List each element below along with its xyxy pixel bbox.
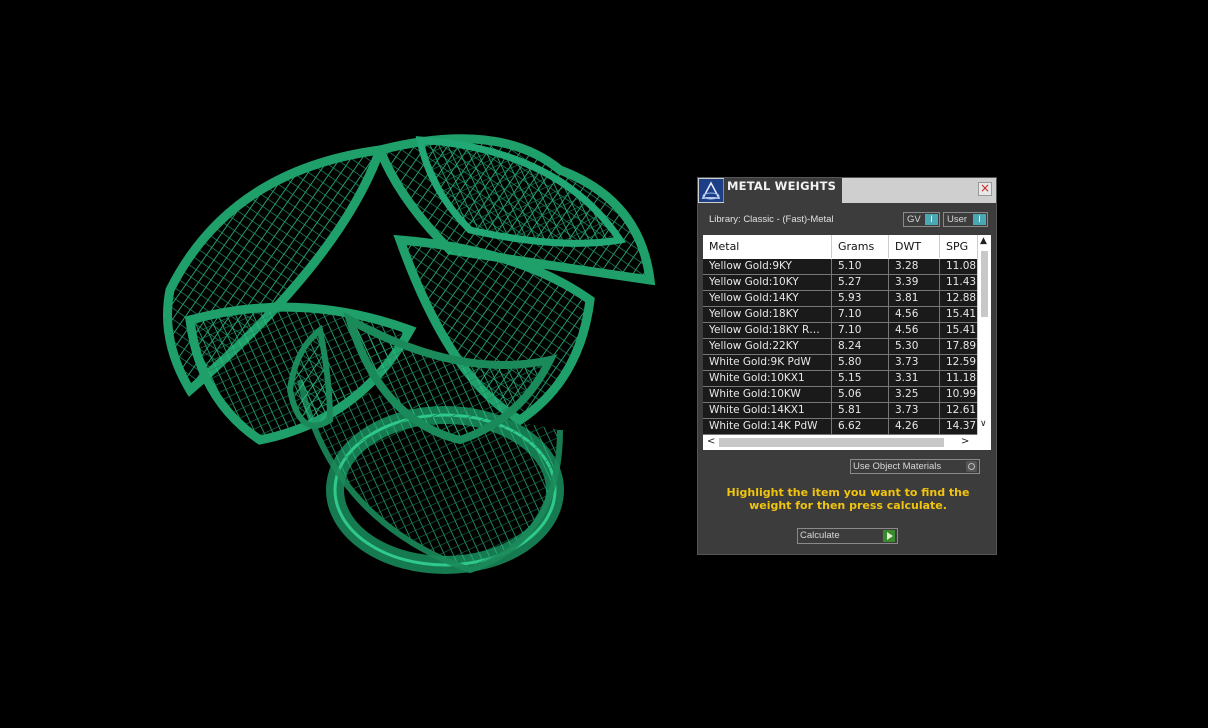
user-button-label: User: [947, 214, 968, 225]
metal-weights-dialog: METAL WEIGHTS × Library: Classic - (Fast…: [697, 177, 997, 555]
cell-metal: Yellow Gold:18KY R…: [703, 323, 832, 338]
cell-metal: White Gold:10KX1: [703, 371, 832, 386]
table-row[interactable]: Yellow Gold:18KY 7.10 4.56 15.41: [703, 307, 977, 323]
cell-grams: 5.93: [832, 291, 889, 306]
cell-dwt: 3.81: [889, 291, 940, 306]
scroll-right-icon[interactable]: >: [961, 436, 969, 447]
cell-dwt: 3.28: [889, 259, 940, 274]
column-header-spg[interactable]: SPG: [940, 235, 980, 258]
cell-dwt: 5.30: [889, 339, 940, 354]
table-row[interactable]: White Gold:9K PdW 5.80 3.73 12.59: [703, 355, 977, 371]
table-row[interactable]: Yellow Gold:10KY 5.27 3.39 11.43: [703, 275, 977, 291]
dialog-title: METAL WEIGHTS: [727, 179, 837, 193]
calculate-button[interactable]: Calculate: [797, 528, 898, 544]
cell-spg: 11.18: [946, 372, 977, 384]
scroll-down-icon[interactable]: ∨: [980, 419, 987, 429]
cell-metal: Yellow Gold:9KY: [703, 259, 832, 274]
cell-spg: 12.61: [946, 404, 977, 416]
column-header-dwt[interactable]: DWT: [889, 235, 940, 258]
cell-grams: 5.27: [832, 275, 889, 290]
scroll-left-icon[interactable]: <: [707, 436, 715, 447]
gv-button-label: GV: [907, 214, 921, 225]
table-row[interactable]: Yellow Gold:22KY 8.24 5.30 17.89: [703, 339, 977, 355]
cell-spg: 12.59: [946, 356, 977, 368]
table-row[interactable]: Yellow Gold:18KY R… 7.10 4.56 15.41: [703, 323, 977, 339]
ring-model: [163, 134, 656, 574]
user-info-icon: I: [973, 214, 986, 225]
cell-metal: Yellow Gold:10KY: [703, 275, 832, 290]
vertical-scrollbar[interactable]: ▲ ∨: [977, 235, 991, 435]
cell-dwt: 3.73: [889, 355, 940, 370]
table-body: Yellow Gold:9KY 5.10 3.28 11.08 Yellow Gold:…: [703, 259, 977, 435]
cell-dwt: 3.25: [889, 387, 940, 402]
cell-grams: 5.81: [832, 403, 889, 418]
close-icon[interactable]: ×: [978, 182, 992, 196]
column-header-grams[interactable]: Grams: [832, 235, 889, 258]
cell-metal: White Gold:14K PdW: [703, 419, 832, 434]
calculate-button-label: Calculate: [800, 530, 840, 541]
cell-grams: 6.62: [832, 419, 889, 434]
instruction-text: Highlight the item you want to find the …: [726, 486, 970, 512]
play-icon: [883, 530, 895, 542]
vertical-scroll-thumb[interactable]: [981, 251, 988, 317]
use-object-materials-label: Use Object Materials: [853, 461, 942, 472]
cell-grams: 8.24: [832, 339, 889, 354]
user-library-button[interactable]: User I: [943, 212, 988, 227]
gv-library-button[interactable]: GV I: [903, 212, 940, 227]
cell-spg: 17.89: [946, 340, 977, 352]
horizontal-scrollbar[interactable]: < >: [703, 435, 991, 450]
library-label: Library: Classic - (Fast)-Metal: [709, 214, 834, 225]
app-logo-icon: [699, 179, 724, 202]
flower-petals: [163, 134, 656, 445]
table-header: Metal Grams DWT SPG: [703, 235, 977, 258]
cell-metal: White Gold:9K PdW: [703, 355, 832, 370]
3d-viewport[interactable]: [0, 0, 1208, 728]
cell-spg: 11.43: [946, 276, 977, 288]
cell-grams: 5.15: [832, 371, 889, 386]
cell-metal: White Gold:14KX1: [703, 403, 832, 418]
cell-grams: 5.80: [832, 355, 889, 370]
cell-dwt: 4.56: [889, 323, 940, 338]
horizontal-scroll-thumb[interactable]: [719, 438, 944, 447]
cell-metal: White Gold:10KW: [703, 387, 832, 402]
table-row[interactable]: White Gold:14K PdW 6.62 4.26 14.37: [703, 419, 977, 435]
cell-dwt: 3.73: [889, 403, 940, 418]
cell-metal: Yellow Gold:14KY: [703, 291, 832, 306]
cell-dwt: 4.56: [889, 307, 940, 322]
cell-grams: 5.06: [832, 387, 889, 402]
scroll-up-icon[interactable]: ▲: [980, 236, 987, 246]
use-object-materials-toggle[interactable]: Use Object Materials: [850, 459, 980, 474]
column-header-metal[interactable]: Metal: [703, 235, 832, 258]
dialog-titlebar[interactable]: METAL WEIGHTS ×: [698, 178, 996, 203]
table-row[interactable]: White Gold:14KX1 5.81 3.73 12.61: [703, 403, 977, 419]
cell-spg: 12.88: [946, 292, 977, 304]
cell-dwt: 3.39: [889, 275, 940, 290]
table-row[interactable]: Yellow Gold:9KY 5.10 3.28 11.08: [703, 259, 977, 275]
cell-grams: 5.10: [832, 259, 889, 274]
cell-spg: 11.08: [946, 260, 977, 272]
cell-spg: 14.37: [946, 420, 977, 432]
cell-spg: 15.41: [946, 324, 977, 336]
toggle-icon: [966, 461, 977, 472]
cell-spg: 10.99: [946, 388, 977, 400]
table-row[interactable]: White Gold:10KX1 5.15 3.31 11.18: [703, 371, 977, 387]
cell-grams: 7.10: [832, 323, 889, 338]
cell-metal: Yellow Gold:22KY: [703, 339, 832, 354]
cell-grams: 7.10: [832, 307, 889, 322]
gv-info-icon: I: [925, 214, 938, 225]
cell-spg: 15.41: [946, 308, 977, 320]
cell-dwt: 3.31: [889, 371, 940, 386]
cell-metal: Yellow Gold:18KY: [703, 307, 832, 322]
metal-table: Metal Grams DWT SPG Yellow Gold:9KY 5.10 3…: [703, 235, 991, 450]
cell-dwt: 4.26: [889, 419, 940, 434]
table-row[interactable]: White Gold:10KW 5.06 3.25 10.99: [703, 387, 977, 403]
table-row[interactable]: Yellow Gold:14KY 5.93 3.81 12.88: [703, 291, 977, 307]
